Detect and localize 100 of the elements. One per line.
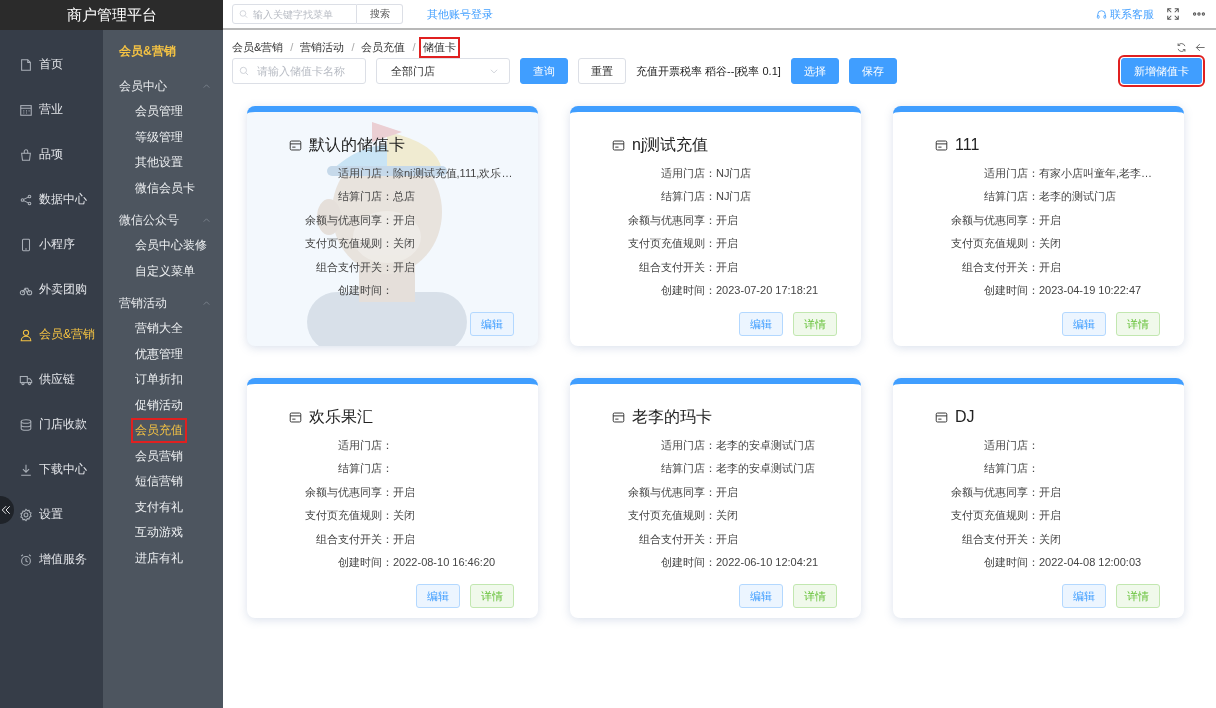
card-icon [934, 410, 949, 424]
nav-item[interactable]: 品项 [16, 132, 103, 177]
field-label: 创建时间： [984, 554, 1039, 570]
field-value: 老李的安卓测试门店 [716, 461, 815, 477]
field-label: 余额与优惠同享： [951, 484, 1039, 500]
nav-item[interactable]: 营业 [16, 87, 103, 132]
field-value: 开启 [716, 484, 738, 500]
breadcrumb-item[interactable]: 会员充值 [361, 39, 406, 55]
field-value: 2023-04-19 10:22:47 [1039, 282, 1142, 298]
store-select[interactable]: 全部门店 [376, 58, 510, 84]
field-value: 开启 [393, 484, 415, 500]
field-value: 开启 [716, 259, 738, 275]
nav-item[interactable]: 会员&营销 [16, 312, 103, 357]
nav-item[interactable]: 供应链 [16, 357, 103, 402]
field-label: 适用门店： [984, 166, 1039, 181]
breadcrumb-item[interactable]: 营销活动 [300, 39, 345, 55]
nav-item[interactable]: 门店收款 [16, 402, 103, 447]
nav-item[interactable]: 会员中心装修 [131, 233, 211, 259]
field-label: 余额与优惠同享： [305, 212, 393, 228]
nav-group[interactable]: 营销活动 [103, 291, 223, 316]
field-value: 开启 [1039, 508, 1061, 524]
refresh-icon [1176, 41, 1187, 53]
field-label: 组合支付开关： [316, 531, 393, 547]
field-label: 创建时间： [984, 282, 1039, 298]
nav-item[interactable]: 微信会员卡 [131, 175, 199, 201]
nav-item[interactable]: 等级管理 [131, 124, 187, 150]
gear-icon [19, 507, 33, 522]
field-label: 结算门店： [661, 189, 716, 205]
fullscreen-icon [1166, 7, 1180, 21]
nav-group[interactable]: 会员中心 [103, 74, 223, 99]
app-title: 商户管理平台 [0, 0, 223, 30]
chevron-icon [202, 82, 211, 91]
field-label: 结算门店： [661, 461, 716, 477]
nav-item[interactable]: 支付有礼 [131, 494, 187, 520]
back-arrow-icon [1195, 41, 1206, 53]
field-value: 开启 [1039, 484, 1061, 500]
field-value: 总店 [393, 189, 415, 205]
field-value: 开启 [716, 531, 738, 547]
nav-item[interactable]: 数据中心 [16, 177, 103, 222]
card-icon [611, 138, 626, 152]
field-value: 开启 [393, 212, 415, 228]
nav-item[interactable]: 外卖团购 [16, 267, 103, 312]
nav-item[interactable]: 优惠管理 [131, 341, 187, 367]
bag-icon [19, 147, 33, 162]
page-icon [19, 57, 33, 72]
search-button[interactable]: 搜索 [357, 4, 403, 24]
nav-item[interactable]: 自定义菜单 [131, 258, 199, 284]
field-value: NJ门店 [716, 166, 752, 181]
calendar-icon [19, 102, 33, 117]
nav-item[interactable]: 会员充值 [131, 418, 187, 444]
field-label: 适用门店： [661, 166, 716, 181]
field-label: 组合支付开关： [962, 259, 1039, 275]
field-value: 2022-08-10 16:46:20 [393, 554, 496, 570]
nav-item[interactable]: 营销大全 [131, 316, 187, 342]
field-label: 余额与优惠同享： [305, 484, 393, 500]
field-label: 余额与优惠同享： [628, 212, 716, 228]
nav-item[interactable]: 会员营销 [131, 443, 187, 469]
field-label: 创建时间： [338, 554, 393, 570]
nav-item[interactable]: 增值服务 [16, 537, 103, 582]
breadcrumb-separator: / [351, 41, 355, 53]
nav-item[interactable]: 订单折扣 [131, 367, 187, 393]
breadcrumb-item[interactable]: 会员&营销 [232, 39, 284, 55]
chevron-icon [202, 216, 211, 225]
reset-button[interactable]: 重置 [578, 58, 626, 84]
search-field[interactable]: 请输入储值卡名称 [232, 58, 366, 84]
card-icon [611, 410, 626, 424]
nav-item[interactable]: 设置 [16, 492, 103, 537]
breadcrumb-item[interactable]: 储值卡 [418, 36, 460, 58]
field-value: 老李的测试门店 [1039, 189, 1116, 205]
card-icon [934, 138, 949, 152]
nav-item[interactable]: 小程序 [16, 222, 103, 267]
card-icon [288, 138, 303, 152]
field-label: 创建时间： [661, 554, 716, 570]
field-label: 支付页充值规则： [305, 236, 393, 252]
nav-item[interactable]: 短信营销 [131, 469, 187, 495]
card-title: 老李的玛卡 [632, 406, 712, 427]
field-value: 2022-06-10 12:04:21 [716, 554, 819, 570]
nav-group[interactable]: 微信公众号 [103, 208, 223, 233]
nav-item[interactable]: 互动游戏 [131, 520, 187, 546]
nav-item[interactable]: 促销活动 [131, 392, 187, 418]
nav-item[interactable]: 首页 [16, 42, 103, 87]
field-value: 开启 [1039, 259, 1061, 275]
section-title: 会员&营销 [118, 43, 177, 60]
chevron-icon [202, 299, 211, 308]
field-label: 支付页充值规则： [628, 236, 716, 252]
nav-item[interactable]: 会员管理 [131, 99, 187, 125]
field-label: 组合支付开关： [639, 531, 716, 547]
breadcrumb-separator: / [290, 41, 294, 53]
field-value: 关闭 [716, 508, 738, 524]
field-value: 关闭 [1039, 236, 1061, 252]
nav-item[interactable]: 其他设置 [131, 150, 187, 176]
nav-item[interactable]: 下载中心 [16, 447, 103, 492]
field-label: 适用门店： [338, 438, 393, 453]
field-label: 创建时间： [338, 282, 393, 298]
nav-item[interactable]: 进店有礼 [131, 545, 187, 571]
alarm-clock-icon [19, 552, 33, 567]
field-value: 开启 [393, 259, 415, 275]
field-label: 适用门店： [984, 438, 1039, 453]
field-value: 关闭 [393, 236, 415, 252]
database-icon [19, 417, 33, 432]
